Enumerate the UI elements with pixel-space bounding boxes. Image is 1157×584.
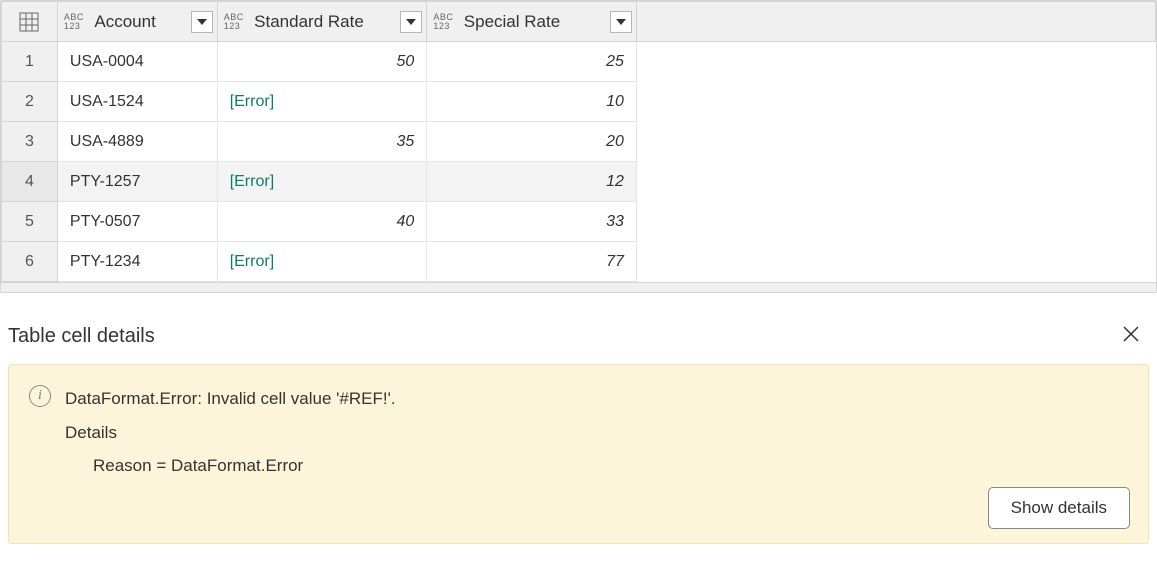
filter-button-account[interactable] [191,11,213,33]
grid-footer-spacer [1,282,1156,292]
row-number[interactable]: 2 [2,82,58,122]
cell-standard-rate[interactable]: [Error] [217,82,427,122]
data-grid: ABC 123 Account ABC 123 Standard Rate [0,0,1157,293]
table-row[interactable]: 5PTY-05074033 [2,202,1156,242]
cell-account[interactable]: PTY-1234 [57,242,217,282]
cell-account[interactable]: USA-1524 [57,82,217,122]
column-header-special-rate[interactable]: ABC 123 Special Rate [427,2,637,42]
type-badge-icon: ABC 123 [433,13,453,31]
error-message-panel: i DataFormat.Error: Invalid cell value '… [8,364,1149,544]
cell-account[interactable]: PTY-1257 [57,162,217,202]
table-row[interactable]: 6PTY-1234[Error]77 [2,242,1156,282]
info-icon: i [29,385,51,407]
column-header-standard-rate[interactable]: ABC 123 Standard Rate [217,2,427,42]
table-row[interactable]: 4PTY-1257[Error]12 [2,162,1156,202]
header-remainder [636,2,1155,42]
cell-special-rate[interactable]: 77 [427,242,637,282]
table-icon [19,12,39,32]
details-label: Details [65,417,396,449]
cell-details-panel: Table cell details i DataFormat.Error: I… [0,315,1157,544]
cell-account[interactable]: USA-4889 [57,122,217,162]
cell-special-rate[interactable]: 33 [427,202,637,242]
table-row[interactable]: 2USA-1524[Error]10 [2,82,1156,122]
column-label: Special Rate [464,12,560,31]
cell-special-rate[interactable]: 25 [427,42,637,82]
table-row[interactable]: 3USA-48893520 [2,122,1156,162]
cell-standard-rate[interactable]: 35 [217,122,427,162]
column-header-account[interactable]: ABC 123 Account [57,2,217,42]
select-all-corner[interactable] [2,2,58,42]
cell-account[interactable]: USA-0004 [57,42,217,82]
cell-special-rate[interactable]: 10 [427,82,637,122]
row-number[interactable]: 1 [2,42,58,82]
column-label: Account [94,12,155,31]
row-number[interactable]: 6 [2,242,58,282]
close-icon [1123,326,1139,342]
close-button[interactable] [1113,321,1149,352]
row-number[interactable]: 3 [2,122,58,162]
cell-standard-rate[interactable]: [Error] [217,162,427,202]
type-badge-icon: ABC 123 [64,13,84,31]
cell-standard-rate[interactable]: 50 [217,42,427,82]
filter-button-standard-rate[interactable] [400,11,422,33]
table-row[interactable]: 1USA-00045025 [2,42,1156,82]
chevron-down-icon [616,19,626,25]
filter-button-special-rate[interactable] [610,11,632,33]
row-number[interactable]: 5 [2,202,58,242]
show-details-button[interactable]: Show details [988,487,1130,529]
cell-special-rate[interactable]: 20 [427,122,637,162]
cell-standard-rate[interactable]: 40 [217,202,427,242]
row-number[interactable]: 4 [2,162,58,202]
cell-account[interactable]: PTY-0507 [57,202,217,242]
type-badge-icon: ABC 123 [224,13,244,31]
error-text: DataFormat.Error: Invalid cell value '#R… [65,383,396,415]
chevron-down-icon [197,19,207,25]
chevron-down-icon [406,19,416,25]
cell-special-rate[interactable]: 12 [427,162,637,202]
error-reason: Reason = DataFormat.Error [65,450,396,482]
cell-standard-rate[interactable]: [Error] [217,242,427,282]
details-title: Table cell details [8,325,155,348]
column-label: Standard Rate [254,12,364,31]
